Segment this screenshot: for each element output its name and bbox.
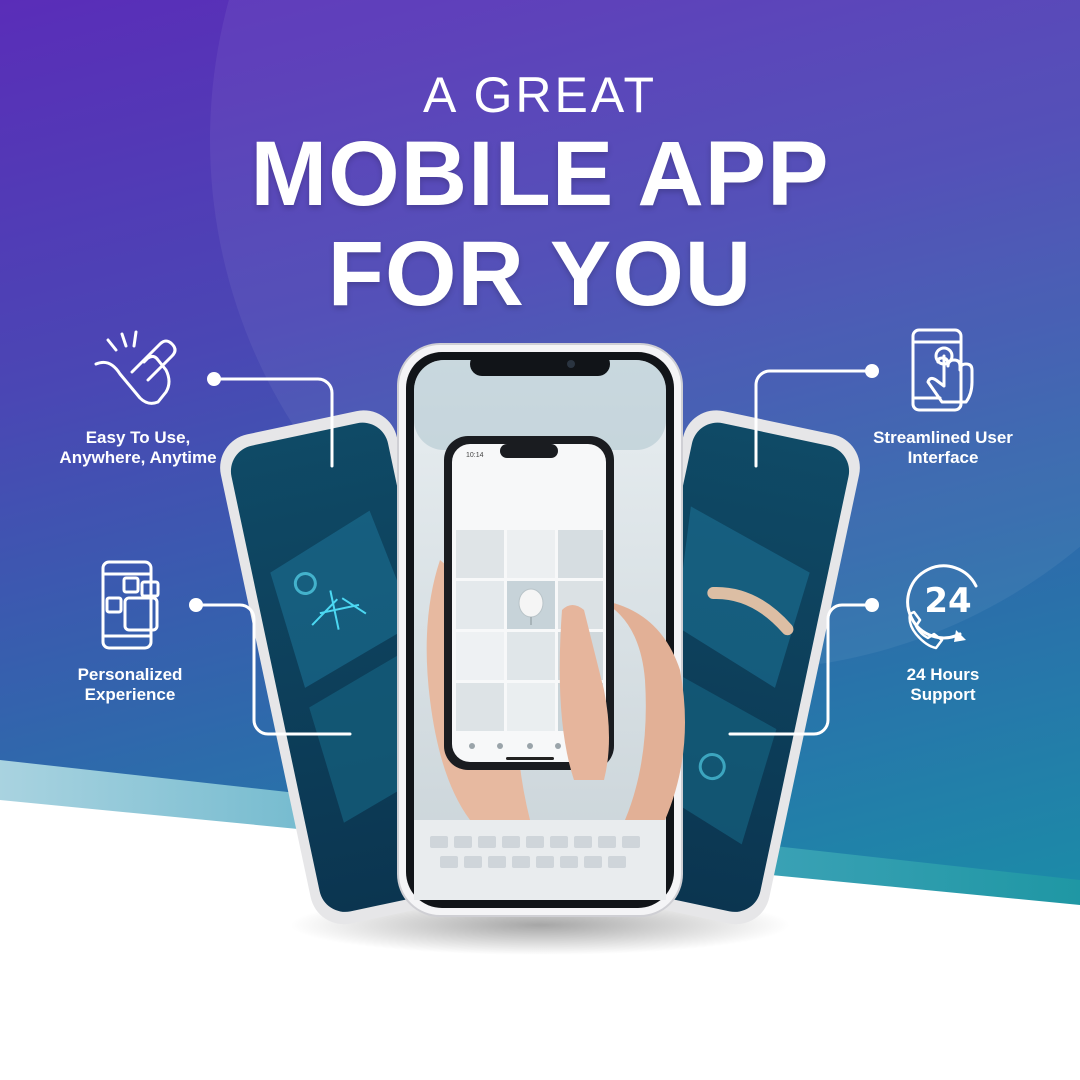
- ad-canvas: 24 A GREAT MOBILE APP FOR YOU Easy To Us…: [0, 0, 1080, 1080]
- connector-dot-streamlined: [865, 364, 879, 378]
- connector-support: [728, 603, 874, 736]
- feature-support: 24 Hours Support: [858, 665, 1028, 705]
- phone-24-icon: 24: [906, 564, 978, 650]
- feature-streamlined-line1: Streamlined User: [873, 428, 1013, 447]
- inner-phone-time: 10:14: [466, 452, 484, 459]
- phone-tap-icon: [911, 328, 974, 412]
- feature-streamlined: Streamlined User Interface: [848, 428, 1038, 468]
- feature-personalized-line2: Experience: [84, 685, 176, 704]
- feature-personalized-line1: Personalized: [77, 665, 183, 684]
- feature-support-line1: 24 Hours: [906, 665, 980, 684]
- feature-easy-use-line2: Anywhere, Anytime: [59, 448, 217, 467]
- headline-line-3: FOR YOU: [327, 223, 753, 325]
- connector-dot-easy-use: [207, 372, 221, 386]
- connector-dot-personalized: [189, 598, 203, 612]
- feature-personalized: Personalized Experience: [40, 665, 220, 705]
- phone-widgets-icon: [101, 560, 160, 650]
- headline-line-1: A GREAT: [422, 67, 657, 123]
- touch-hand-icon: [94, 330, 177, 405]
- headline-line-2: MOBILE APP: [250, 123, 830, 225]
- feature-support-line2: Support: [910, 685, 976, 704]
- feature-easy-use-line1: Easy To Use,: [85, 428, 191, 447]
- feature-easy-use: Easy To Use, Anywhere, Anytime: [38, 428, 238, 468]
- connector-dot-support: [865, 598, 879, 612]
- feature-streamlined-line2: Interface: [907, 448, 979, 467]
- support-24-label: 24: [924, 581, 971, 621]
